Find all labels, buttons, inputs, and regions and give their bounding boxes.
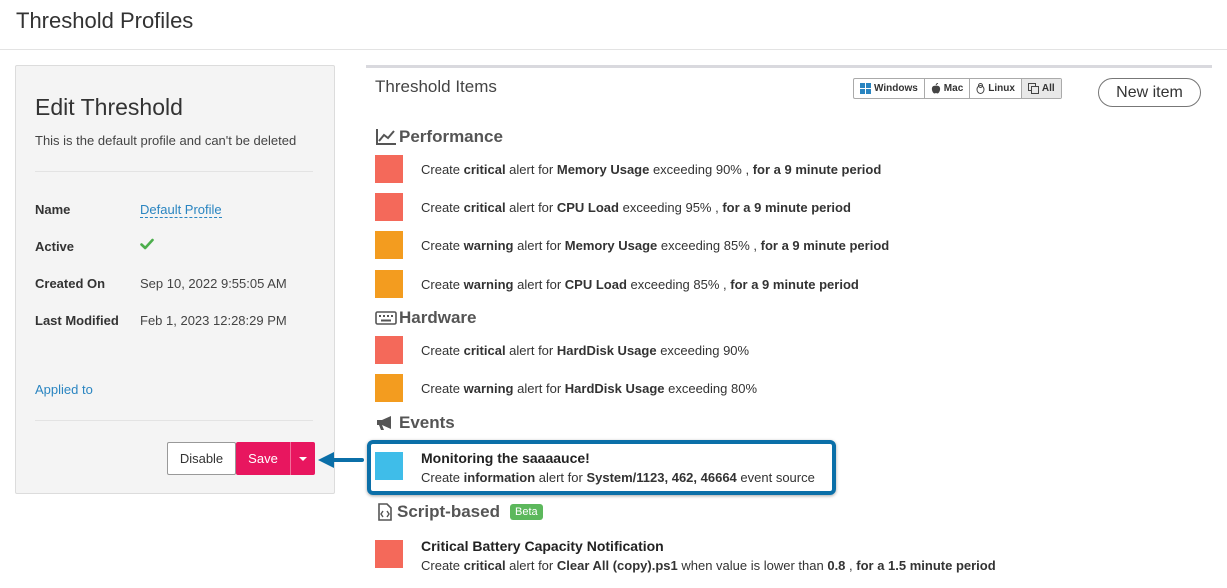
- windows-icon: [860, 83, 871, 94]
- threshold-item[interactable]: Create critical alert for Clear All (cop…: [421, 558, 996, 573]
- section-events: Events: [375, 413, 455, 433]
- save-button[interactable]: Save: [236, 442, 290, 475]
- active-label: Active: [35, 239, 75, 254]
- save-options-dropdown[interactable]: [290, 442, 315, 475]
- threshold-item[interactable]: Create critical alert for HardDisk Usage…: [421, 343, 749, 358]
- new-item-button[interactable]: New item: [1098, 78, 1201, 107]
- threshold-item[interactable]: Create critical alert for CPU Load excee…: [421, 200, 851, 215]
- name-label: Name: [35, 202, 71, 217]
- section-title: Hardware: [399, 308, 477, 327]
- os-filter-label: All: [1041, 83, 1055, 94]
- os-filter-label: Linux: [988, 83, 1015, 94]
- megaphone-icon: [377, 416, 391, 430]
- edit-threshold-description: This is the default profile and can't be…: [35, 133, 297, 148]
- section-hardware: Hardware: [375, 308, 476, 328]
- critical-severity-indicator: [375, 193, 403, 221]
- threshold-item[interactable]: Create warning alert for HardDisk Usage …: [421, 381, 757, 396]
- section-title: Script-based: [397, 502, 500, 521]
- section-title: Performance: [399, 127, 503, 146]
- os-filter-linux[interactable]: Linux: [970, 79, 1022, 98]
- applied-to-link[interactable]: Applied to: [35, 382, 93, 397]
- copy-icon: [1027, 83, 1039, 94]
- created-on-label: Created On: [35, 276, 106, 291]
- highlighted-item-frame: [367, 440, 836, 495]
- critical-severity-indicator: [375, 336, 403, 364]
- last-modified-label: Last Modified: [35, 313, 119, 328]
- threshold-item[interactable]: Create information alert for System/1123…: [421, 470, 815, 485]
- created-on-value: Sep 10, 2022 9:55:05 AM: [140, 276, 287, 291]
- profile-name-link[interactable]: Default Profile: [140, 202, 222, 218]
- warning-severity-indicator: [375, 374, 403, 402]
- page-title: Threshold Profiles: [16, 8, 194, 33]
- check-icon: [140, 238, 154, 250]
- os-filter-group: Windows Mac Linux All: [853, 78, 1062, 99]
- os-filter-all[interactable]: All: [1021, 79, 1061, 98]
- section-performance: Performance: [375, 127, 503, 147]
- threshold-item[interactable]: Create critical alert for Memory Usage e…: [421, 162, 881, 177]
- name-value: Default Profile: [140, 202, 222, 218]
- os-filter-label: Windows: [874, 83, 918, 94]
- callout-arrow-icon: [318, 452, 364, 468]
- items-panel-topline: [366, 65, 1212, 68]
- caret-down-icon: [299, 457, 307, 461]
- os-filter-windows[interactable]: Windows: [854, 79, 925, 98]
- os-filter-label: Mac: [943, 83, 964, 94]
- edit-threshold-title: Edit Threshold: [35, 94, 183, 120]
- last-modified-value: Feb 1, 2023 12:28:29 PM: [140, 313, 287, 328]
- event-item-title[interactable]: Monitoring the saaaauce!: [421, 450, 590, 466]
- disable-button[interactable]: Disable: [167, 442, 236, 475]
- edit-threshold-panel: Edit Threshold This is the default profi…: [15, 65, 335, 494]
- keyboard-icon: [375, 311, 397, 325]
- beta-badge: Beta: [509, 504, 543, 520]
- file-code-icon: [378, 503, 392, 521]
- critical-severity-indicator: [375, 540, 403, 568]
- threshold-items-title: Threshold Items: [375, 77, 497, 96]
- warning-severity-indicator: [375, 231, 403, 259]
- os-filter-mac[interactable]: Mac: [925, 79, 971, 98]
- apple-icon: [931, 83, 940, 94]
- panel-divider: [35, 171, 313, 172]
- information-severity-indicator: [375, 452, 403, 480]
- header-divider: [0, 49, 1227, 50]
- panel-divider: [35, 420, 313, 421]
- critical-severity-indicator: [375, 155, 403, 183]
- warning-severity-indicator: [375, 270, 403, 298]
- threshold-item[interactable]: Create warning alert for Memory Usage ex…: [421, 238, 889, 253]
- linux-icon: [976, 83, 985, 94]
- line-chart-icon: [376, 129, 396, 145]
- section-script-based: Script-based Beta: [375, 502, 543, 522]
- script-item-title[interactable]: Critical Battery Capacity Notification: [421, 538, 664, 554]
- section-title: Events: [399, 413, 455, 432]
- threshold-item[interactable]: Create warning alert for CPU Load exceed…: [421, 277, 859, 292]
